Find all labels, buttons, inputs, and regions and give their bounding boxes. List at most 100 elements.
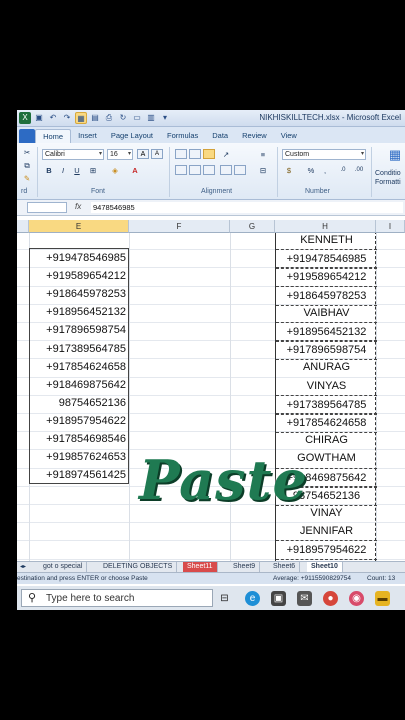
undo-icon[interactable]: ↶ — [47, 112, 59, 124]
sheet-nav-icon[interactable]: ◂▸ — [17, 562, 29, 572]
shrink-font-button[interactable]: A — [151, 149, 163, 159]
merge-center-icon[interactable]: ⊟ — [257, 165, 269, 176]
align-middle-button[interactable] — [189, 149, 201, 159]
currency-icon[interactable]: $ — [283, 165, 295, 176]
tab-formulas[interactable]: Formulas — [160, 129, 205, 143]
cell-e[interactable]: +918469875642 — [30, 376, 128, 394]
folder-icon[interactable]: ▭ — [131, 112, 143, 124]
cell-h-number[interactable]: +917389564785 — [276, 394, 377, 415]
column-header-h[interactable]: H — [275, 220, 376, 233]
wrap-text-icon[interactable]: ≡ — [257, 149, 269, 160]
column-header-g[interactable]: G — [230, 220, 275, 233]
formula-input[interactable]: 9478546985 — [91, 202, 403, 213]
tab-view[interactable]: View — [274, 129, 304, 143]
media-icon[interactable]: ◉ — [349, 591, 364, 606]
align-right-button[interactable] — [203, 165, 215, 175]
sheet-tab[interactable]: Sheet6 — [269, 562, 301, 572]
print-icon[interactable]: ⎙ — [103, 112, 115, 124]
conditional-formatting-icon[interactable]: ▦ — [387, 147, 403, 163]
cell-h-name[interactable]: JENNIFAR — [276, 522, 377, 540]
cell-e[interactable]: +917389564785 — [30, 340, 128, 358]
cell-h-name[interactable]: ANURAG — [276, 358, 377, 376]
sheet-tab[interactable]: Sheet9 — [229, 562, 261, 572]
selected-range-e[interactable]: +919478546985 +919589654212 +918645978253 +… — [29, 248, 129, 484]
column-header-f[interactable]: F — [129, 220, 230, 233]
number-format-select[interactable]: Custom ▾ — [282, 149, 366, 160]
cell-e[interactable]: +918957954622 — [30, 412, 128, 430]
redo-icon[interactable]: ↷ — [61, 112, 73, 124]
cell-h-number[interactable]: +918956452132 — [276, 322, 377, 342]
fill-color-icon[interactable]: ◈ — [109, 165, 121, 176]
cell-e[interactable]: +919478546985 — [30, 249, 128, 267]
cell-e[interactable]: +917854698546 — [30, 430, 128, 448]
cell-e[interactable]: 98754652136 — [30, 394, 128, 412]
font-color-icon[interactable]: A — [129, 165, 141, 176]
decrease-decimal-icon[interactable]: .00 — [353, 165, 365, 176]
increase-decimal-icon[interactable]: .0 — [337, 165, 349, 176]
font-name-select[interactable]: Calibri ▾ — [42, 149, 104, 160]
tab-home[interactable]: Home — [35, 129, 72, 143]
cell-h-number[interactable]: +919478546985 — [276, 249, 377, 270]
column-header-i[interactable]: I — [376, 220, 405, 233]
align-bottom-button[interactable] — [203, 149, 215, 159]
comma-button[interactable]: , — [319, 165, 331, 176]
orientation-icon[interactable]: ↗ — [220, 149, 232, 160]
refresh-icon[interactable]: ↻ — [117, 112, 129, 124]
taskbar-search-box[interactable]: ⚲ Type here to search — [21, 589, 213, 607]
decrease-indent-button[interactable] — [220, 165, 232, 175]
cell-e[interactable]: +919857624653 — [30, 448, 128, 466]
cell-e[interactable]: +917854624658 — [30, 358, 128, 376]
sheet-tab[interactable]: DELETING OBJECTS — [99, 562, 178, 572]
cell-h-number[interactable]: +918957954622 — [276, 540, 377, 561]
sheet-tab[interactable]: Sheet11 — [183, 562, 218, 572]
table-icon[interactable]: ▦ — [75, 112, 87, 124]
cell-h-number[interactable]: +917854624658 — [276, 413, 377, 433]
underline-button[interactable]: U — [71, 165, 83, 176]
cell-h-name[interactable]: CHIRAG — [276, 431, 377, 449]
cell-e[interactable]: +918974561425 — [30, 466, 128, 484]
tab-data[interactable]: Data — [205, 129, 235, 143]
quick-access-more-icon[interactable]: ▾ — [159, 112, 171, 124]
conditional-formatting-label-1[interactable]: Conditio — [375, 170, 401, 177]
cell-e[interactable]: +918645978253 — [30, 285, 128, 303]
cell-h-number[interactable]: +917896598754 — [276, 340, 377, 361]
cell-h-number[interactable]: +918645978253 — [276, 285, 377, 306]
increase-indent-button[interactable] — [234, 165, 246, 175]
cell-e[interactable]: +918956452132 — [30, 303, 128, 321]
cell-e[interactable]: +919589654212 — [30, 267, 128, 285]
tab-insert[interactable]: Insert — [71, 129, 104, 143]
tab-file[interactable] — [19, 129, 36, 143]
name-box[interactable] — [27, 202, 67, 213]
sheet-tab[interactable]: Sheet10 — [307, 562, 343, 572]
edge-icon[interactable]: e — [245, 591, 260, 606]
format-painter-icon[interactable]: ✎ — [21, 173, 33, 184]
italic-button[interactable]: I — [57, 165, 69, 176]
excel-logo-icon[interactable]: X — [19, 112, 31, 124]
cell-h-name[interactable]: KENNETH — [276, 233, 377, 249]
column-header-e[interactable]: E — [29, 220, 129, 233]
cell-e[interactable]: +917896598754 — [30, 321, 128, 339]
conditional-formatting-label-2[interactable]: Formatti — [375, 179, 401, 186]
file-explorer-icon[interactable]: ▬ — [375, 591, 390, 606]
task-view-icon[interactable]: ⊟ — [217, 591, 232, 606]
insert-function-button[interactable]: fx — [75, 202, 81, 211]
cell-h-name[interactable]: VINYAS — [276, 377, 377, 395]
open-icon[interactable]: ▤ — [89, 112, 101, 124]
grow-font-button[interactable]: A — [137, 149, 149, 159]
font-size-select[interactable]: 16 ▾ — [107, 149, 133, 160]
save-icon[interactable]: ▣ — [33, 112, 45, 124]
tab-review[interactable]: Review — [235, 129, 274, 143]
chart-icon[interactable]: ▥ — [145, 112, 157, 124]
mail-icon[interactable]: ✉ — [297, 591, 312, 606]
cell-h-name[interactable]: VAIBHAV — [276, 304, 377, 322]
tab-page-layout[interactable]: Page Layout — [104, 129, 160, 143]
store-icon[interactable]: ▣ — [271, 591, 286, 606]
column-header-d[interactable] — [17, 220, 29, 233]
align-center-button[interactable] — [189, 165, 201, 175]
cell-h-number[interactable]: +919589654212 — [276, 267, 377, 288]
align-top-button[interactable] — [175, 149, 187, 159]
chrome-icon[interactable]: ● — [323, 591, 338, 606]
bold-button[interactable]: B — [43, 165, 55, 176]
cut-icon[interactable]: ✂ — [21, 147, 33, 158]
align-left-button[interactable] — [175, 165, 187, 175]
